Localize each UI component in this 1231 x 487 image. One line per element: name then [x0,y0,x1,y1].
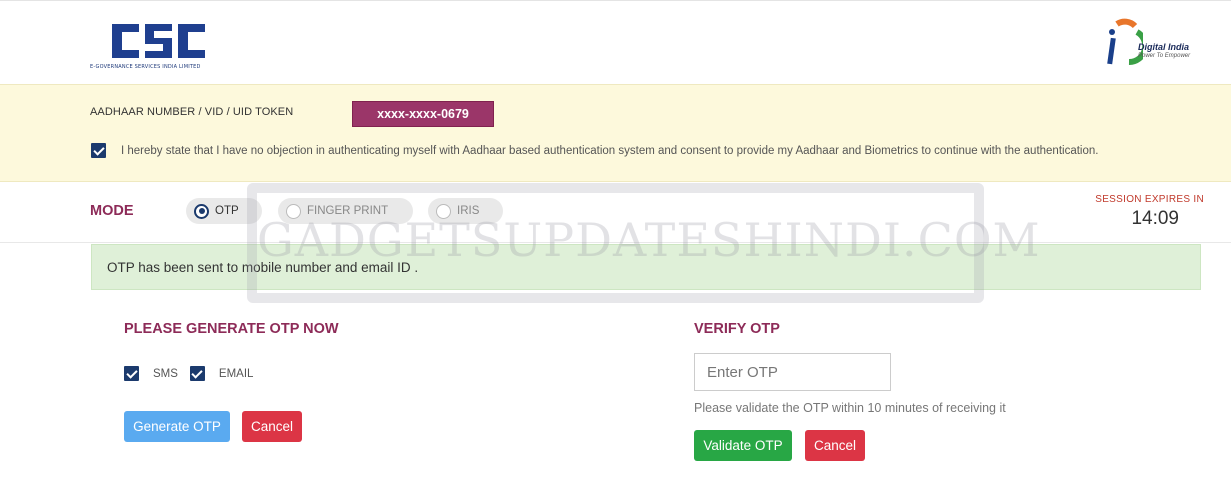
otp-input[interactable] [707,354,890,390]
generate-otp-button[interactable]: Generate OTP [124,411,230,442]
digital-india-logo: Digital India Power To Empower [1103,18,1203,72]
sms-checkbox[interactable] [124,366,139,381]
mode-option-iris[interactable]: IRIS [428,198,503,224]
mode-label: MODE [90,203,134,219]
mode-row: MODE OTP FINGER PRINT IRIS SESSION EXPIR… [0,183,1231,243]
header: e-Governance Services India Limited Digi… [0,4,1231,84]
radio-iris[interactable] [436,203,451,219]
email-label: EMAIL [218,367,254,380]
consent-row: I hereby state that I have no objection … [91,143,1098,158]
generate-otp-title: PLEASE GENERATE OTP NOW [124,321,339,337]
mode-option-finger-print-label: FINGER PRINT [307,205,389,217]
csc-logo-subtitle: e-Governance Services India Limited [90,64,201,70]
validate-otp-button[interactable]: Validate OTP [694,430,792,461]
session-expires-label: SESSION EXPIRES IN [1095,194,1204,205]
digital-india-title: Digital India [1138,42,1190,52]
verify-note: Please validate the OTP within 10 minute… [694,401,1006,415]
radio-finger-print[interactable] [286,203,301,219]
cancel-generate-button[interactable]: Cancel [242,411,302,442]
otp-sent-alert: OTP has been sent to mobile number and e… [91,244,1201,290]
aadhaar-panel: AADHAAR NUMBER / VID / UID TOKEN xxxx-xx… [0,84,1231,182]
csc-logo: e-Governance Services India Limited [90,22,214,70]
cancel-verify-button[interactable]: Cancel [805,430,865,461]
email-checkbox[interactable] [189,366,205,381]
csc-logo-mark [112,24,205,58]
aadhaar-token-field[interactable]: xxxx-xxxx-0679 [352,101,494,127]
digital-india-emblem-icon [1107,18,1143,66]
radio-otp[interactable] [194,203,209,219]
mode-option-finger-print[interactable]: FINGER PRINT [278,198,413,224]
session-timer: 14:09 [1131,208,1179,229]
consent-text: I hereby state that I have no objection … [121,144,1099,157]
mode-option-otp[interactable]: OTP [186,198,262,224]
digital-india-tagline: Power To Empower [1138,53,1191,59]
consent-checkbox[interactable] [91,143,106,158]
otp-channel-row: SMS EMAIL [124,366,265,381]
otp-input-wrapper[interactable] [694,353,891,391]
verify-otp-title: VERIFY OTP [694,321,780,337]
mode-option-iris-label: IRIS [457,205,480,217]
aadhaar-label: AADHAAR NUMBER / VID / UID TOKEN [90,106,294,118]
sms-label: SMS [153,367,178,380]
mode-option-otp-label: OTP [215,205,239,217]
